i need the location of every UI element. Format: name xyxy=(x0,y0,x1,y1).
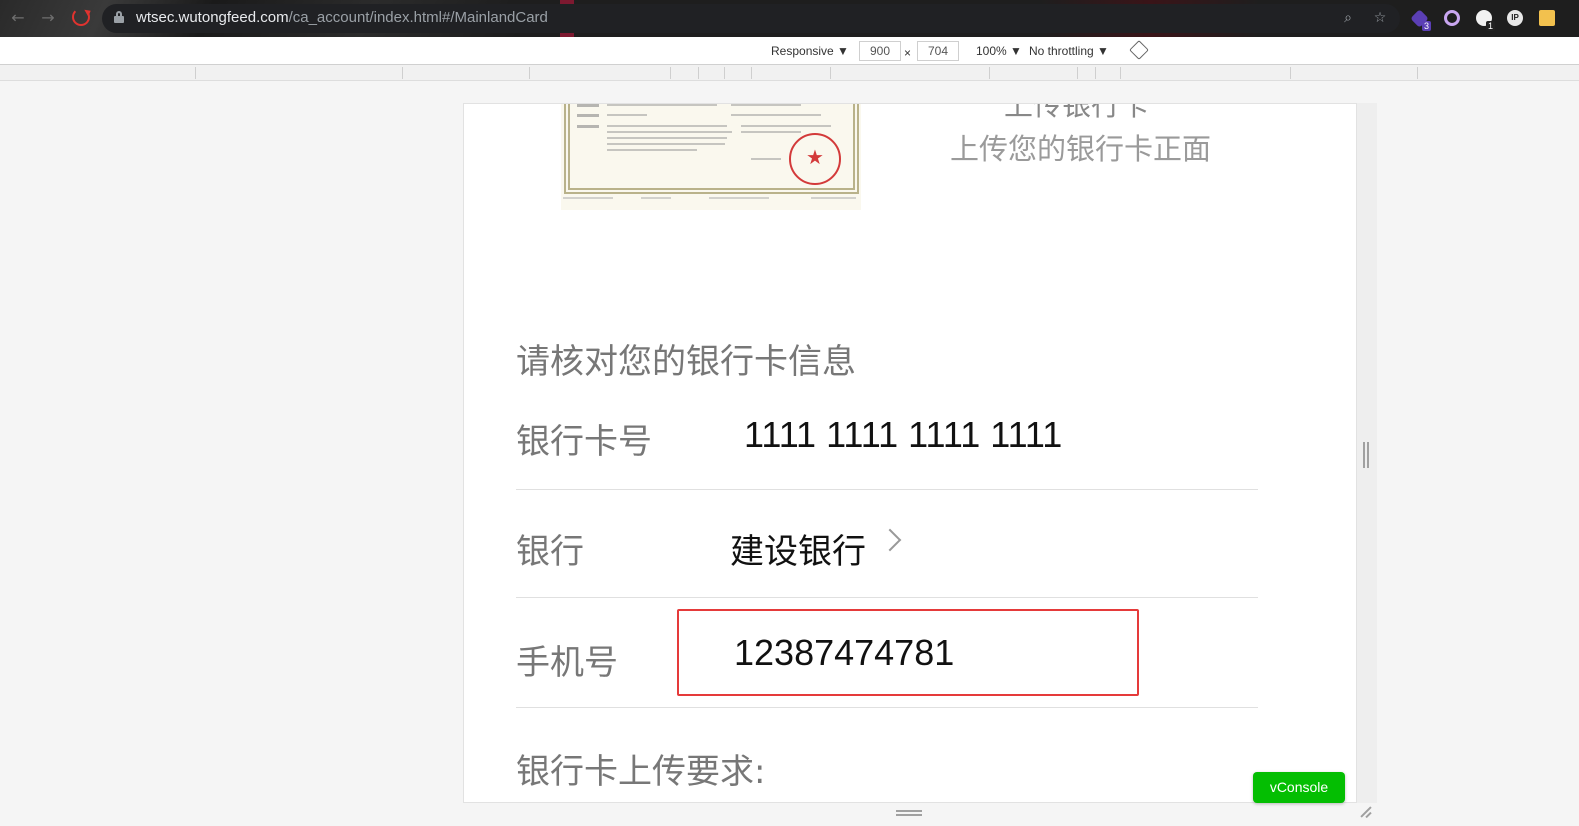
phone-input[interactable]: 12387474781 xyxy=(734,632,954,674)
media-query-bar[interactable] xyxy=(0,65,1579,81)
extension-ring-icon[interactable] xyxy=(1444,10,1460,26)
resize-handle-bottom[interactable] xyxy=(896,810,922,816)
resize-handle-corner[interactable] xyxy=(1360,806,1372,818)
divider xyxy=(516,597,1258,598)
card-upload-requirements-title: 银行卡上传要求: xyxy=(516,752,766,792)
throttling-select[interactable]: No throttling ▼ xyxy=(1029,44,1109,58)
divider xyxy=(516,489,1258,490)
rotate-icon[interactable] xyxy=(1129,40,1149,60)
extension-icon[interactable] xyxy=(1539,10,1555,26)
device-preset-select[interactable]: Responsive ▼ xyxy=(771,44,849,58)
lock-icon[interactable] xyxy=(114,11,124,23)
url-text[interactable]: wtsec.wutongfeed.com/ca_account/index.ht… xyxy=(136,9,548,26)
device-viewport: ★ 上传银行卡 上传您的银行卡正面 请核对您的银行卡信息 银行卡号 1111 1… xyxy=(463,103,1357,803)
back-arrow-icon[interactable]: ← xyxy=(8,8,28,28)
upload-hint-top: 上传银行卡 xyxy=(1004,103,1150,122)
viewport-height-input[interactable]: 704 xyxy=(917,41,959,61)
verify-info-title: 请核对您的银行卡信息 xyxy=(516,342,856,382)
bank-label: 银行 xyxy=(516,532,584,572)
upload-card-front-hint[interactable]: 上传您的银行卡正面 xyxy=(950,126,1211,168)
resize-handle-right[interactable] xyxy=(1363,442,1369,468)
vconsole-button[interactable]: vConsole xyxy=(1253,772,1345,803)
card-number-label: 银行卡号 xyxy=(516,422,652,462)
reload-icon[interactable] xyxy=(72,8,90,26)
viewport-width-input[interactable]: 900 xyxy=(859,41,901,61)
browser-toolbar: ← → wtsec.wutongfeed.com/ca_account/inde… xyxy=(0,0,1579,37)
dimension-separator: × xyxy=(904,46,912,60)
extension-badge: 3 xyxy=(1422,21,1432,31)
chevron-right-icon[interactable] xyxy=(878,528,902,552)
bank-select[interactable]: 建设银行 xyxy=(730,524,866,573)
zoom-icon[interactable]: ⌕ xyxy=(1340,10,1356,26)
ip-extension-icon[interactable]: IP xyxy=(1507,10,1523,26)
url-path: /ca_account/index.html#/MainlandCard xyxy=(288,9,548,26)
forward-arrow-icon[interactable]: → xyxy=(38,8,58,28)
divider xyxy=(516,707,1258,708)
uploaded-card-image[interactable]: ★ xyxy=(561,104,861,210)
card-number-value[interactable]: 1111 1111 1111 1111 xyxy=(744,414,1062,456)
star-icon[interactable]: ☆ xyxy=(1372,10,1388,26)
extension-badge: 1 xyxy=(1486,21,1496,31)
device-toolbar: Responsive ▼ 900 × 704 100% ▼ No throttl… xyxy=(0,37,1579,65)
red-seal-icon: ★ xyxy=(789,133,841,185)
phone-label: 手机号 xyxy=(516,643,618,683)
zoom-select[interactable]: 100% ▼ xyxy=(976,44,1022,58)
url-host: wtsec.wutongfeed.com xyxy=(136,9,289,26)
